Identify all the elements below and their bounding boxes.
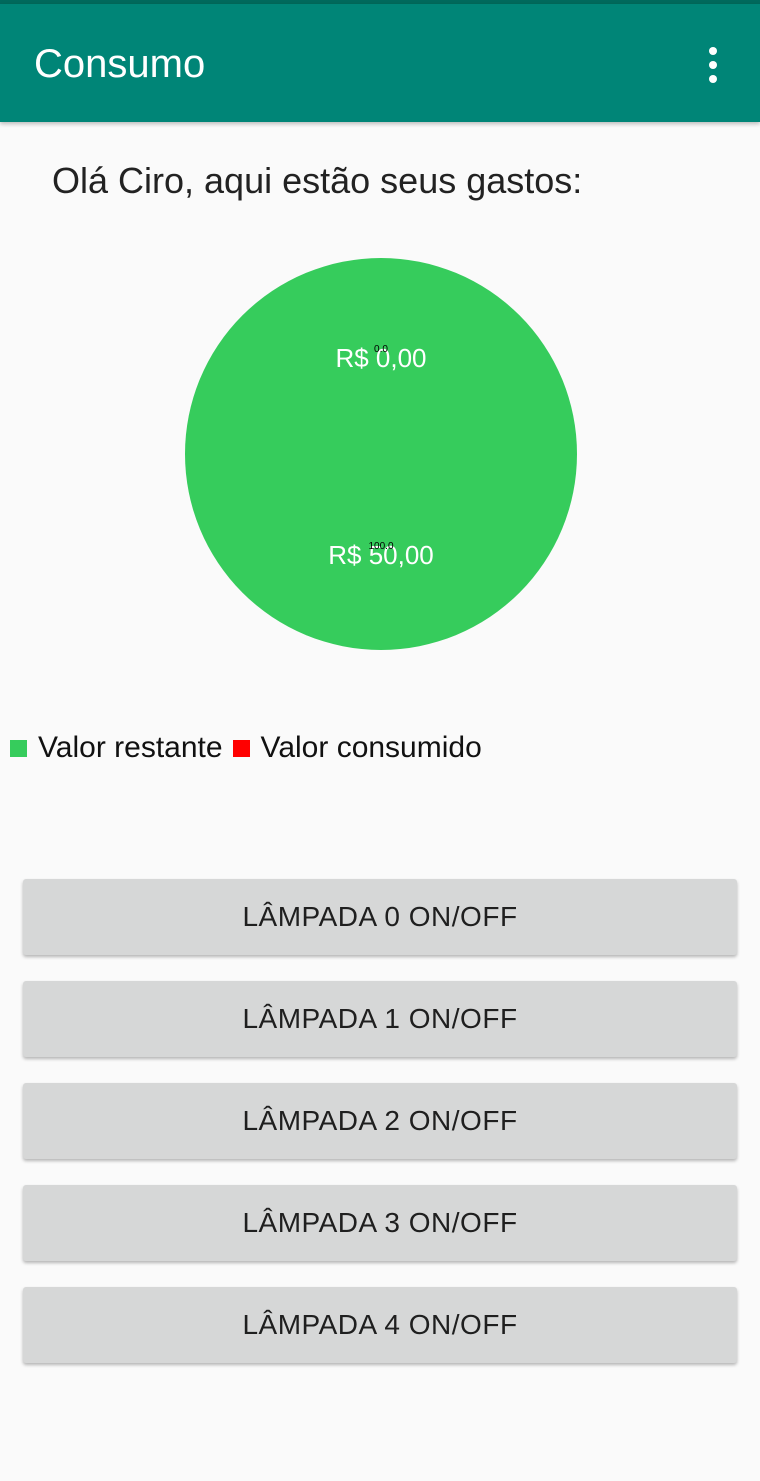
lamp-1-toggle-button[interactable]: LÂMPADA 1 ON/OFF [23, 981, 737, 1057]
menu-dot [709, 47, 717, 55]
menu-dot [709, 75, 717, 83]
legend-label: Valor consumido [260, 731, 482, 764]
greeting-text: Olá Ciro, aqui estão seus gastos: [52, 160, 583, 201]
legend-item-remaining: Valor restante [10, 731, 223, 765]
app-bar: Consumo [0, 4, 760, 122]
lamp-2-toggle-button[interactable]: LÂMPADA 2 ON/OFF [23, 1083, 737, 1159]
pie-chart[interactable]: R$ 50,00100.0R$ 0,000.0 [0, 240, 760, 670]
lamp-0-toggle-button[interactable]: LÂMPADA 0 ON/OFF [23, 879, 737, 955]
percent-label-valor-restante: 100.0 [368, 541, 393, 552]
legend-swatch [232, 739, 250, 757]
legend-label: Valor restante [38, 731, 223, 764]
menu-dot [709, 61, 717, 69]
percent-label-valor-consumido: 0.0 [374, 344, 388, 355]
more-vert-icon[interactable] [690, 38, 736, 92]
lamp-4-toggle-button[interactable]: LÂMPADA 4 ON/OFF [23, 1287, 737, 1363]
legend-item-consumed: Valor consumido [232, 731, 482, 765]
lamp-3-toggle-button[interactable]: LÂMPADA 3 ON/OFF [23, 1185, 737, 1261]
pie-slice-valor-restante[interactable] [185, 258, 577, 650]
legend-swatch [10, 739, 27, 757]
app-title: Consumo [34, 42, 206, 86]
chart-legend: Valor restante Valor consumido [10, 728, 492, 768]
